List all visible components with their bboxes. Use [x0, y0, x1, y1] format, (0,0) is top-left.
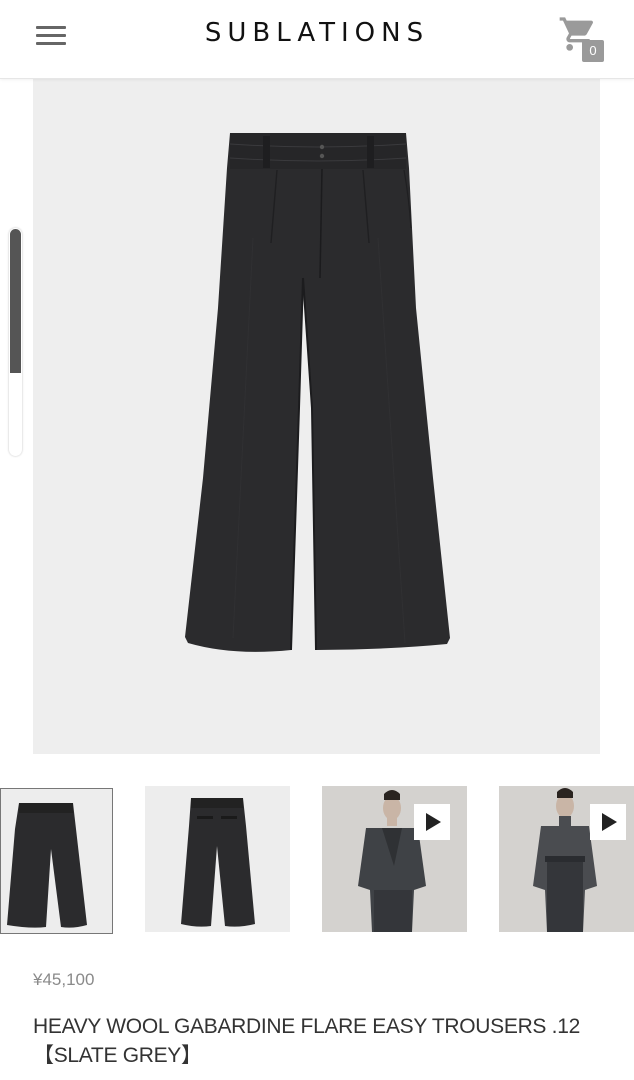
cart-button[interactable]: 0: [558, 14, 608, 66]
thumbnail-3-video[interactable]: [322, 786, 467, 932]
main-product-image[interactable]: [33, 78, 600, 754]
thumbnail-1[interactable]: [0, 788, 113, 934]
product-title: HEAVY WOOL GABARDINE FLARE EASY TROUSERS…: [33, 1012, 603, 1070]
gallery-scrollbar-thumb[interactable]: [10, 229, 21, 373]
thumbnail-4-video[interactable]: [499, 786, 634, 932]
product-price: ¥45,100: [33, 970, 95, 989]
brand-logo[interactable]: SUBLATIONS: [0, 18, 634, 48]
gallery-scrollbar[interactable]: [9, 228, 22, 456]
play-icon[interactable]: [590, 804, 626, 840]
trousers-front-thumb: [7, 803, 87, 928]
product-title-line1: HEAVY WOOL GABARDINE FLARE EASY TROUSERS…: [33, 1015, 580, 1038]
product-page: SUBLATIONS 0 ¥45,100 HEAVY WOOL GABARDIN…: [0, 0, 634, 1080]
site-header: SUBLATIONS 0: [0, 0, 634, 79]
product-title-line2: 【SLATE GREY】: [33, 1044, 202, 1067]
thumbnail-strip: [0, 786, 634, 936]
trousers-front-image: [185, 133, 450, 652]
trousers-back-thumb: [181, 798, 255, 927]
play-icon[interactable]: [414, 804, 450, 840]
thumbnail-2[interactable]: [145, 786, 290, 932]
cart-count-badge: 0: [582, 40, 604, 62]
